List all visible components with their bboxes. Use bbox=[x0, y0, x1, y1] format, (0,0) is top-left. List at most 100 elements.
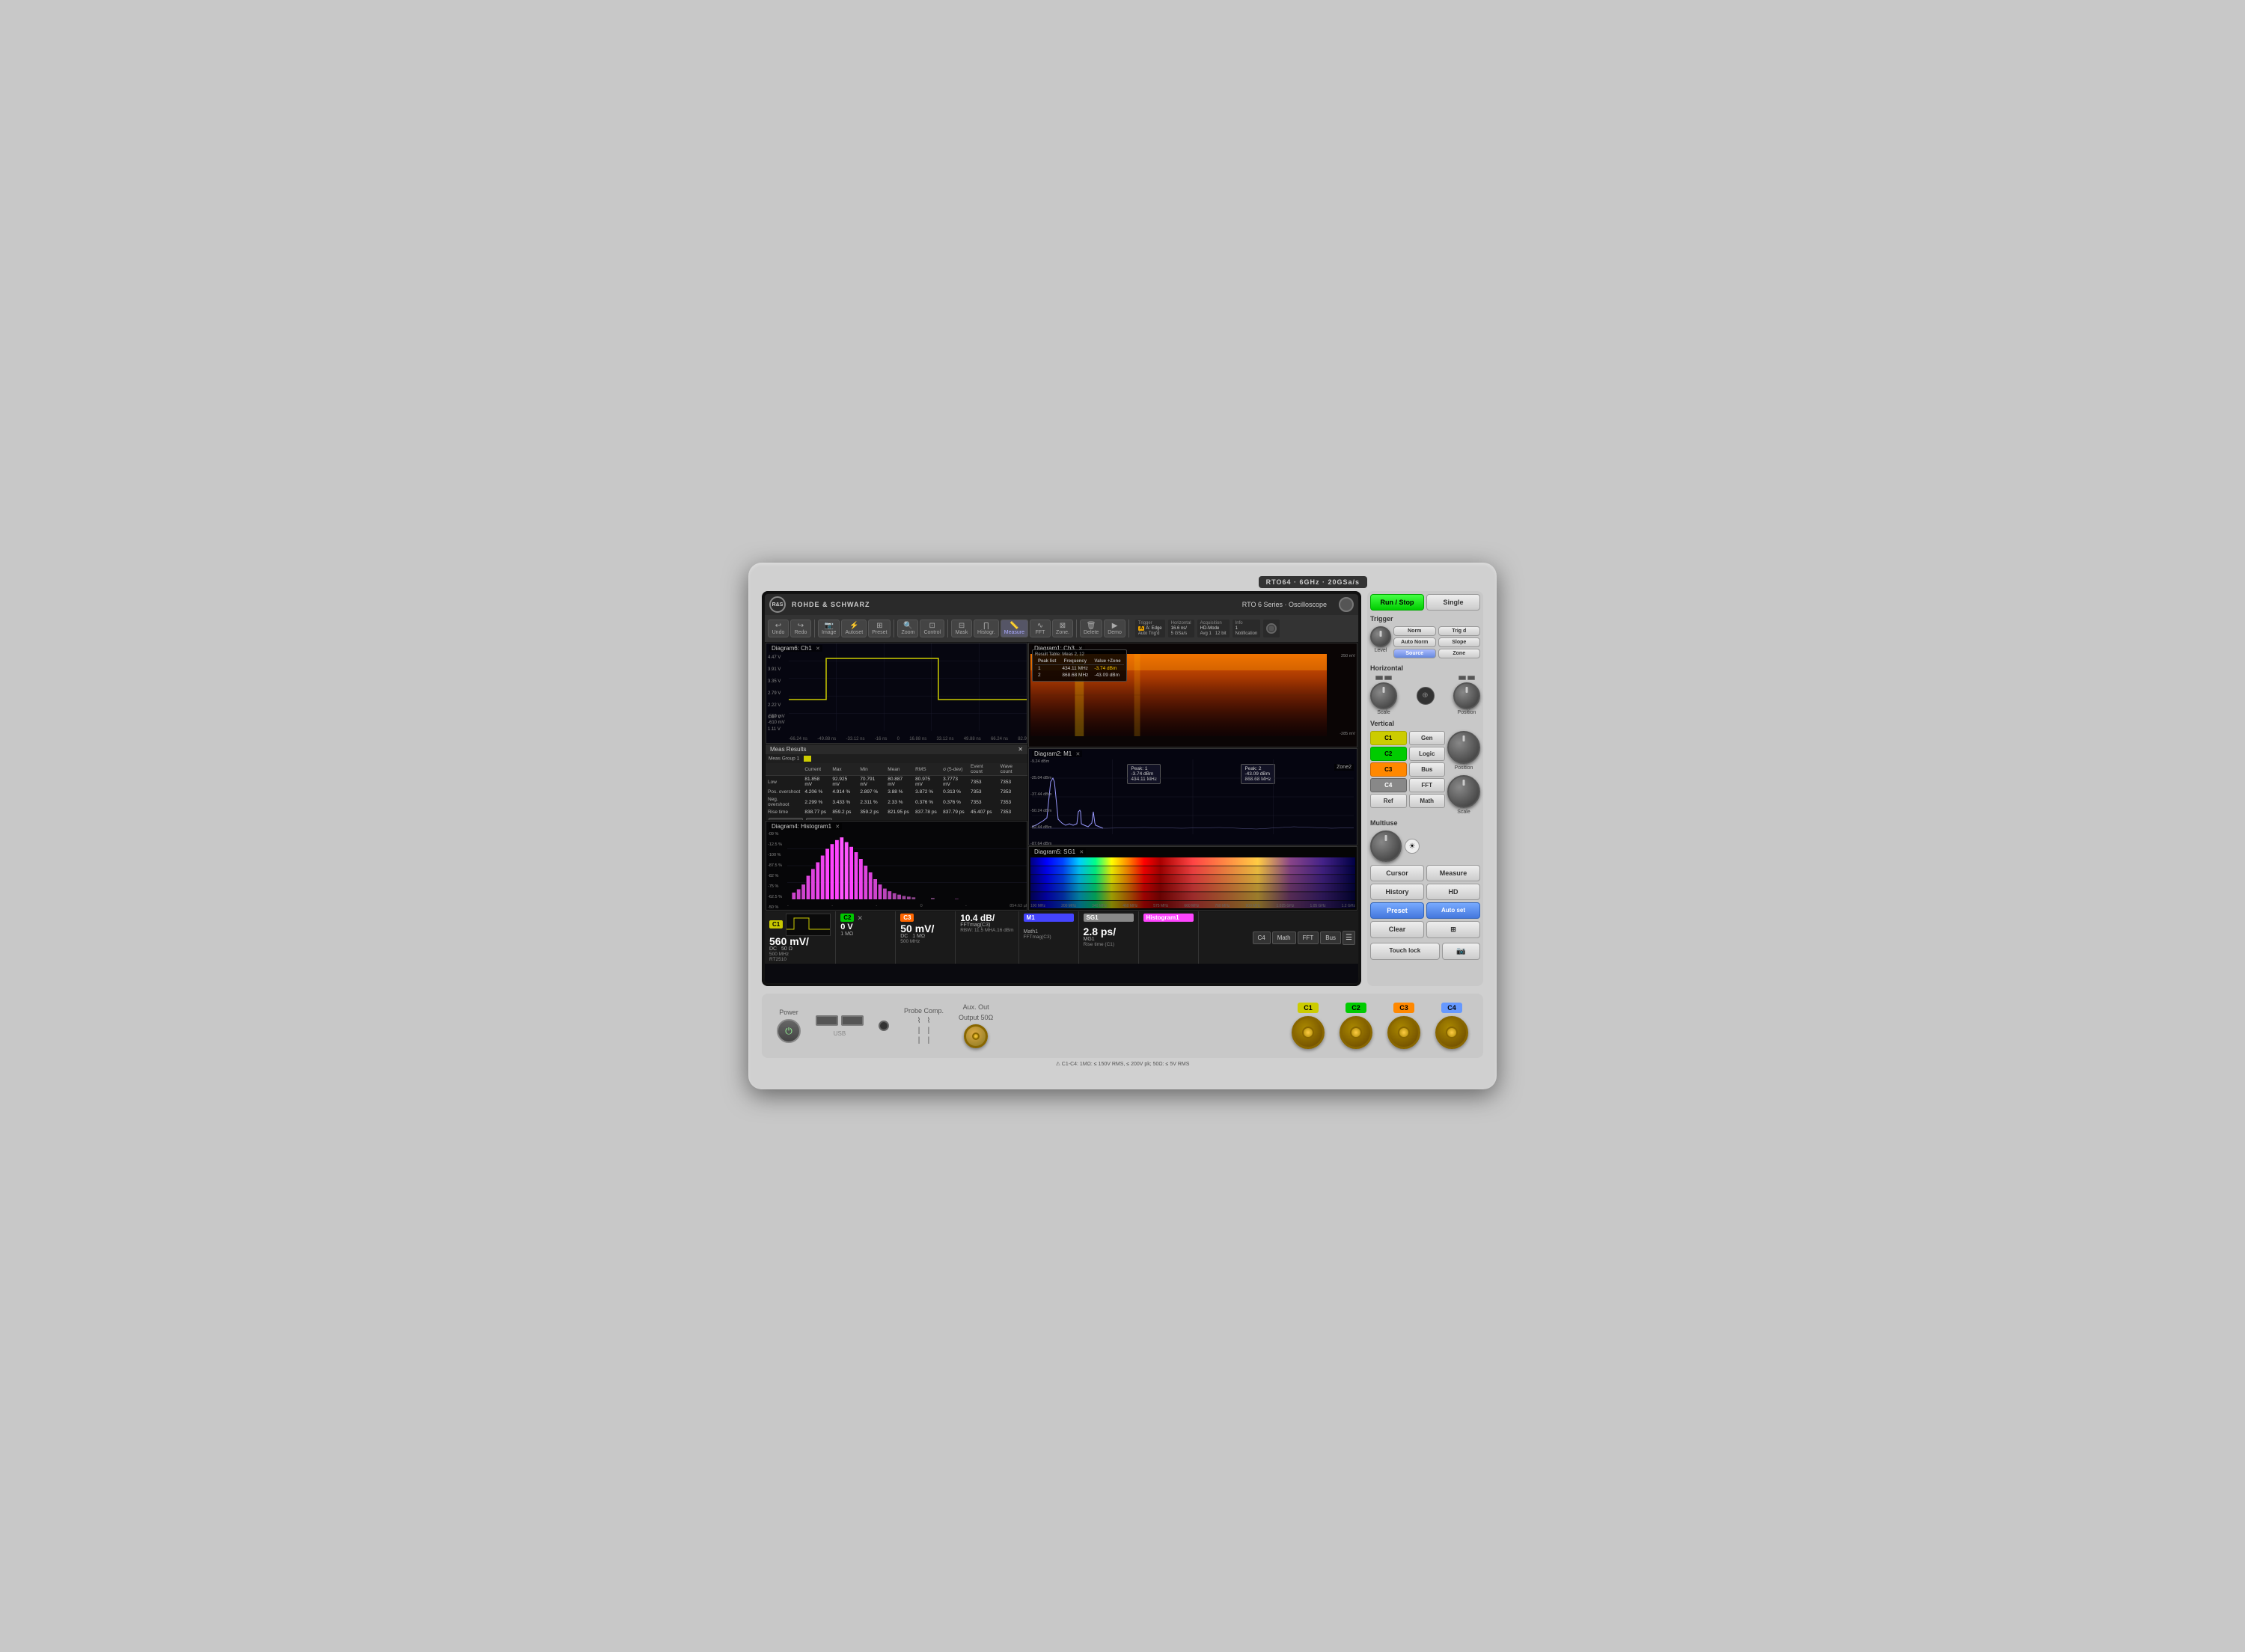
h-position-label: Position bbox=[1458, 710, 1476, 715]
bus-button[interactable]: Bus bbox=[1409, 762, 1446, 777]
menu-footer-button[interactable]: ☰ bbox=[1343, 931, 1355, 945]
trigger-controls: Level Norm Trig d Auto Norm Slope Source… bbox=[1370, 626, 1480, 658]
c4-footer-button[interactable]: C4 bbox=[1253, 931, 1271, 944]
meas-table-container[interactable]: CurrentMaxMinMeanRMSσ (5-dev)Event count… bbox=[766, 763, 1027, 816]
c3-vertical-button[interactable]: C3 bbox=[1370, 762, 1407, 777]
brightness-button[interactable]: ☀ bbox=[1405, 839, 1420, 854]
fft-vertical-button[interactable]: FFT bbox=[1409, 778, 1446, 792]
h-scale-label: Scale bbox=[1377, 710, 1390, 715]
c2-vertical-button[interactable]: C2 bbox=[1370, 747, 1407, 761]
menu-circle[interactable] bbox=[1339, 597, 1354, 612]
delete-button[interactable]: 🗑 Delete bbox=[1080, 620, 1102, 637]
pos-adj-right[interactable] bbox=[1467, 676, 1475, 680]
usb-port-2[interactable] bbox=[841, 1015, 864, 1026]
math-footer-button[interactable]: Math bbox=[1272, 931, 1296, 944]
grid-button[interactable]: ⊞ bbox=[1426, 921, 1480, 938]
redo-button[interactable]: ↪ Redo bbox=[790, 620, 811, 637]
c2-label[interactable]: C2 bbox=[840, 914, 854, 922]
table-row: Low81.858 mV92.925 mV70.791 mV80.887 mV8… bbox=[766, 776, 1027, 789]
demo-button[interactable]: ▶ Demo bbox=[1104, 620, 1125, 637]
bottom-buttons-grid: Cursor Measure History HD Preset Auto se… bbox=[1370, 865, 1480, 938]
hd-button[interactable]: HD bbox=[1426, 884, 1480, 900]
preset-toolbar-button[interactable]: ⊞ Preset bbox=[868, 620, 891, 637]
brand-text: ROHDE & SCHWARZ bbox=[792, 601, 870, 608]
ref-button[interactable]: Ref bbox=[1370, 794, 1407, 808]
undo-button[interactable]: ↩ Undo bbox=[768, 620, 789, 637]
c4-bnc-connector[interactable] bbox=[1435, 1016, 1468, 1049]
probe-comp-section: Probe Comp. ⌇ | | ⌇ | | bbox=[904, 1007, 944, 1044]
diagram-histogram[interactable]: Diagram4: Histogram1 ✕ -09 %-12.5 %-100 … bbox=[766, 821, 1027, 911]
mask-button[interactable]: ⊟ Mask bbox=[951, 620, 972, 637]
diagram-sg1[interactable]: Diagram5: SG1 ✕ bbox=[1028, 846, 1357, 911]
main-screen: R&S ROHDE & SCHWARZ RTO 6 Series · Oscil… bbox=[765, 594, 1358, 983]
c1-vertical-button[interactable]: C1 bbox=[1370, 731, 1407, 745]
h-adj-right[interactable] bbox=[1384, 676, 1392, 680]
c3-label[interactable]: C3 bbox=[900, 914, 914, 922]
c3-bnc-connector[interactable] bbox=[1387, 1016, 1420, 1049]
multiuse-knob[interactable] bbox=[1370, 830, 1402, 862]
control-button[interactable]: ⊡ Control bbox=[920, 620, 944, 637]
c2-bnc-connector[interactable] bbox=[1340, 1016, 1372, 1049]
histogram-button[interactable]: ∏ Histogr. bbox=[974, 620, 999, 637]
measure-toolbar-button[interactable]: 📏 Measure bbox=[1001, 620, 1028, 637]
zoom-button[interactable]: 🔍 Zoom bbox=[897, 620, 918, 637]
single-button[interactable]: Single bbox=[1426, 594, 1480, 611]
c1-bnc-connector[interactable] bbox=[1292, 1016, 1325, 1049]
audio-jack[interactable] bbox=[879, 1021, 889, 1031]
vertical-scale-knob[interactable] bbox=[1447, 775, 1480, 808]
image-button[interactable]: 📷 Image bbox=[818, 620, 840, 637]
run-stop-button[interactable]: Run / Stop bbox=[1370, 594, 1424, 611]
diagram-fft[interactable]: Diagram1: Ch3 ✕ Result Table: Meas 2, 12… bbox=[1028, 643, 1357, 747]
right-diagrams: Diagram1: Ch3 ✕ Result Table: Meas 2, 12… bbox=[1028, 643, 1357, 911]
zone-trigger-button[interactable]: Zone bbox=[1438, 649, 1481, 658]
diagram-ch1-title: Diagram6: Ch1 ✕ bbox=[769, 645, 822, 652]
zone-button[interactable]: ⊠ Zone. bbox=[1052, 620, 1073, 637]
diagram-ch1[interactable]: Diagram6: Ch1 ✕ 4.47 V3.91 V3.35 V2.79 V… bbox=[766, 643, 1027, 744]
fft-footer-button[interactable]: FFT bbox=[1298, 931, 1319, 944]
vertical-position-knob[interactable] bbox=[1447, 731, 1480, 764]
clear-button[interactable]: Clear bbox=[1370, 921, 1424, 938]
history-button[interactable]: History bbox=[1370, 884, 1424, 900]
source-button[interactable]: Source bbox=[1393, 649, 1436, 658]
sg1-value: 2.8 ps/ bbox=[1084, 926, 1134, 937]
horizontal-position-knob[interactable] bbox=[1453, 682, 1480, 709]
preset-right-button[interactable]: Preset bbox=[1370, 902, 1424, 919]
auto-norm-button[interactable]: Auto Norm bbox=[1393, 637, 1436, 647]
fft-toolbar-button[interactable]: ∿ FFT bbox=[1030, 620, 1051, 637]
usb-port-1[interactable] bbox=[816, 1015, 838, 1026]
bus-footer-button[interactable]: Bus bbox=[1320, 931, 1341, 944]
aux-out-section: Aux. Out Output 50Ω bbox=[959, 1003, 993, 1048]
diagram-m1[interactable]: Diagram2: M1 ✕ Peak: 1 -3.74 dBm 434.11 … bbox=[1028, 748, 1357, 845]
horizontal-scale-knob[interactable] bbox=[1370, 682, 1397, 709]
logic-button[interactable]: Logic bbox=[1409, 747, 1446, 761]
touch-lock-button[interactable]: Touch lock bbox=[1370, 943, 1440, 960]
math-button[interactable]: Math bbox=[1409, 794, 1446, 808]
horizontal-knobs: Scale ⊕ Position bbox=[1370, 676, 1480, 715]
statistics-button[interactable]: Statistics bbox=[769, 818, 803, 820]
measure-button[interactable]: Measure bbox=[1426, 865, 1480, 881]
zoom-icon[interactable]: ⊕ bbox=[1417, 687, 1435, 705]
c4-vertical-button[interactable]: C4 bbox=[1370, 778, 1407, 792]
camera-right-button[interactable]: 📷 bbox=[1442, 943, 1480, 960]
sg1-label[interactable]: SG1 bbox=[1084, 914, 1134, 922]
trgd-button[interactable]: Trig d bbox=[1438, 626, 1481, 636]
autoset-toolbar-button[interactable]: ⚡ Autoset bbox=[841, 620, 867, 637]
c3-value: 50 mV/ bbox=[900, 923, 950, 934]
cursor-button[interactable]: Cursor bbox=[1370, 865, 1424, 881]
trigger-level-knob[interactable] bbox=[1370, 626, 1391, 647]
slope-button[interactable]: Slope bbox=[1438, 637, 1481, 647]
ch1-label[interactable]: C1 bbox=[769, 920, 783, 929]
histogram-y-axis: -09 %-12.5 %-100 %-87.5 %-82 %-75 %-62.5… bbox=[768, 832, 782, 911]
c3-bnc-section: C3 bbox=[1387, 1003, 1420, 1049]
h-adj-left[interactable] bbox=[1375, 676, 1383, 680]
fft-y-axis-bottom: -285 mV bbox=[1340, 732, 1355, 736]
norm-button[interactable]: Norm bbox=[1393, 626, 1436, 636]
histogram-ch-label[interactable]: Histogram1 bbox=[1143, 914, 1194, 922]
pos-adj-left[interactable] bbox=[1459, 676, 1466, 680]
m1-label[interactable]: M1 bbox=[1024, 914, 1074, 922]
aux-out-connector[interactable] bbox=[964, 1024, 988, 1048]
reset-button[interactable]: Reset bbox=[806, 818, 832, 820]
power-button[interactable]: ⏻ bbox=[777, 1019, 801, 1043]
autoset-right-button[interactable]: Auto set bbox=[1426, 902, 1480, 919]
gen-button[interactable]: Gen bbox=[1409, 731, 1446, 745]
